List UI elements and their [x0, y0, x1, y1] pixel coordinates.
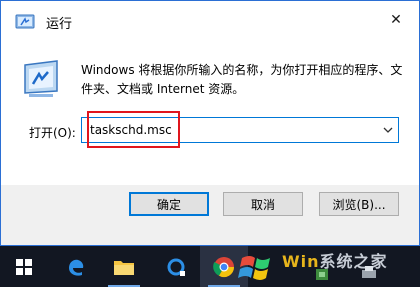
- taskbar: Win系统之家: [0, 246, 420, 287]
- dialog-content: Windows 将根据你所输入的名称，为你打开相应的程序、文件夹、文档或 Int…: [1, 39, 419, 185]
- button-bar: 确定 取消 浏览(B)...: [1, 185, 419, 245]
- annotation-highlight-box: [87, 111, 180, 148]
- windows-start-icon: [16, 258, 32, 275]
- window-title: 运行: [46, 17, 73, 32]
- run-app-icon: [15, 13, 35, 31]
- browse-button[interactable]: 浏览(B)...: [319, 192, 399, 216]
- file-explorer-icon: [114, 260, 134, 275]
- ok-button[interactable]: 确定: [129, 192, 209, 216]
- game-icon: [316, 269, 328, 280]
- printer-icon: [362, 266, 376, 278]
- cancel-button[interactable]: 取消: [223, 192, 303, 216]
- taskbar-edge[interactable]: [52, 246, 100, 287]
- edge-icon: [69, 259, 84, 276]
- chevron-down-icon: [383, 127, 393, 133]
- close-icon: ✕: [390, 12, 402, 28]
- start-button[interactable]: [0, 246, 48, 287]
- cortana-icon: [167, 258, 185, 276]
- windows-flag-icon: [238, 256, 270, 280]
- taskbar-cortana[interactable]: [152, 246, 200, 287]
- taskbar-file-explorer[interactable]: [100, 246, 148, 287]
- run-program-icon: [21, 57, 61, 101]
- title-bar[interactable]: 运行 ✕: [1, 1, 419, 39]
- close-button[interactable]: ✕: [373, 1, 419, 39]
- dropdown-button[interactable]: [378, 118, 398, 142]
- description-text: Windows 将根据你所输入的名称，为你打开相应的程序、文件夹、文档或 Int…: [81, 63, 403, 96]
- run-dialog: 运行 ✕ Windows 将根据你所输入的名称，为你打开相应的程序、文件夹、文档…: [0, 0, 420, 246]
- open-label: 打开(O):: [29, 126, 76, 140]
- watermark: Win系统之家: [232, 246, 420, 287]
